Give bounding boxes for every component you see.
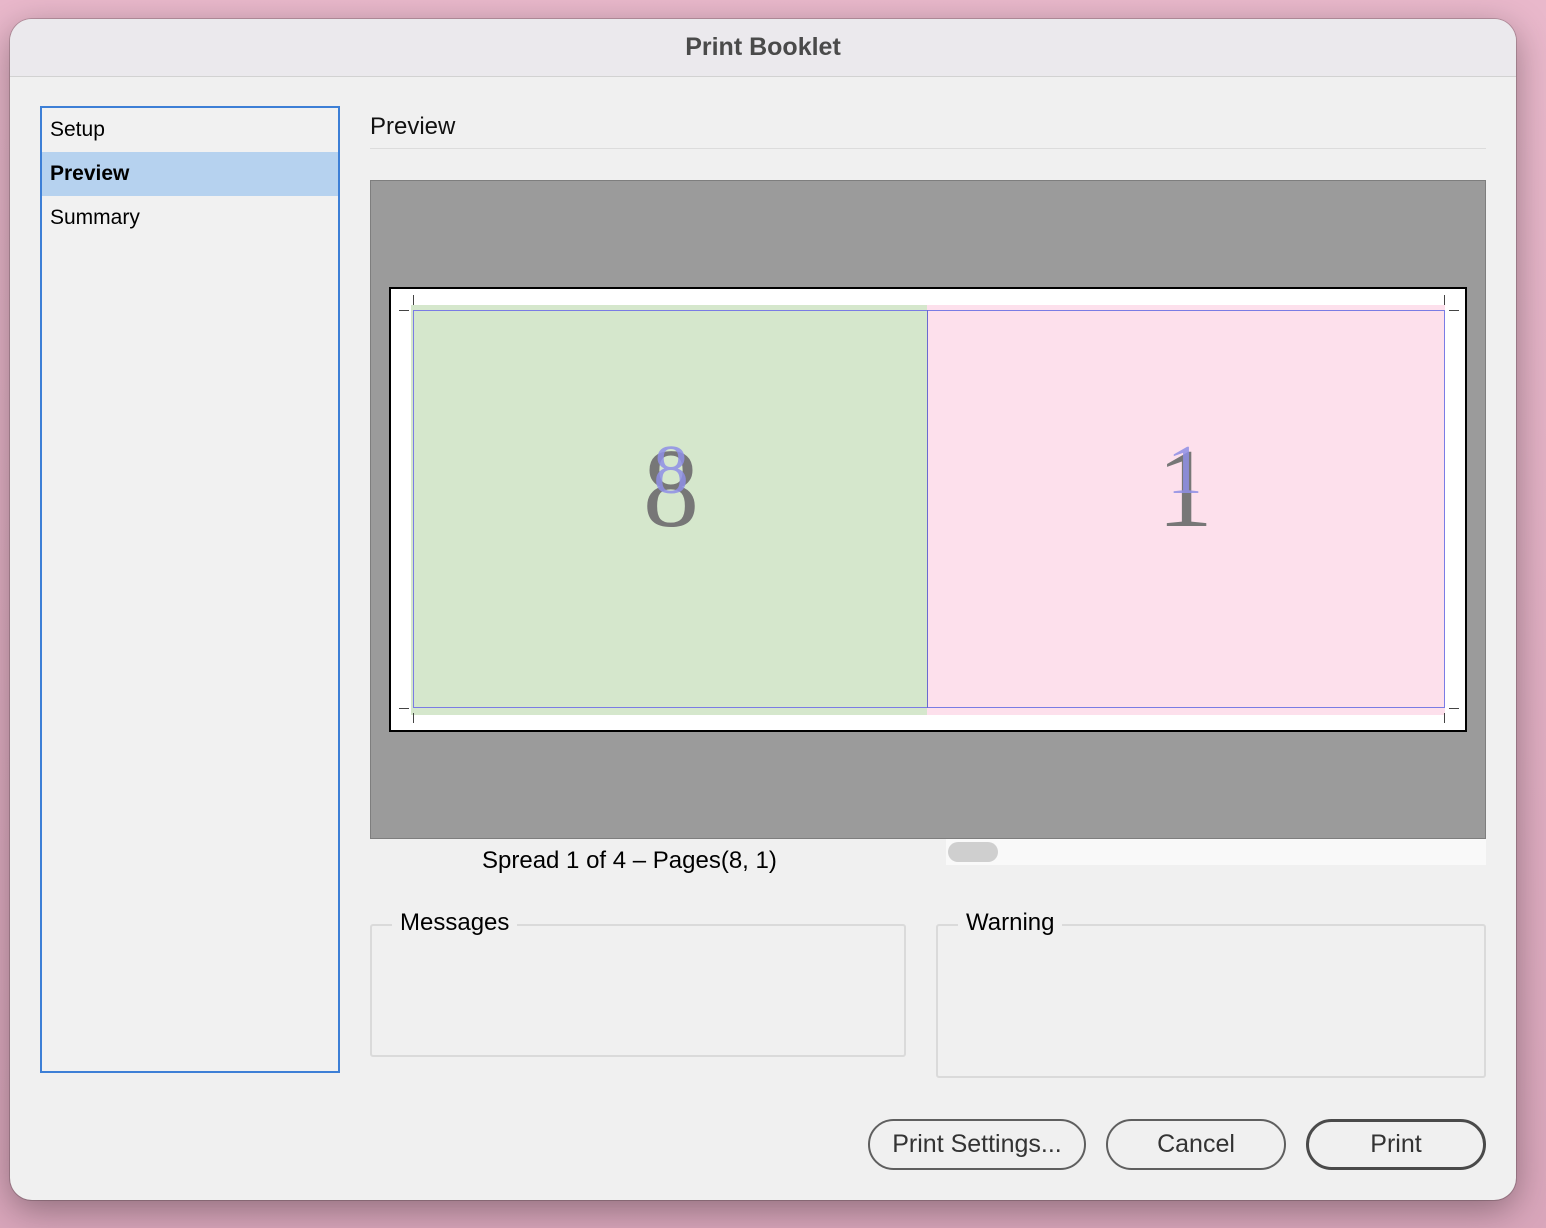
print-settings-button[interactable]: Print Settings... [868,1119,1086,1170]
right-page-number-overlay: 1 [1167,432,1203,509]
preview-horizontal-scrollbar[interactable] [946,839,1486,865]
title-bar[interactable]: Print Booklet [10,19,1516,77]
crop-mark-tr-h [1449,310,1459,311]
print-button[interactable]: Print [1306,1119,1486,1170]
crop-mark-bl-h [399,708,409,709]
cancel-button[interactable]: Cancel [1106,1119,1286,1170]
section-title: Preview [370,113,456,140]
trim-box [413,310,1445,708]
scrollbar-thumb[interactable] [948,842,998,862]
sidebar-item-summary[interactable]: Summary [42,196,338,240]
printer-sheet: 8 8 1 1 [389,287,1467,732]
warning-group: Warning [936,909,1486,1078]
crop-mark-tl-h [399,310,409,311]
left-page-number-overlay: 8 [653,432,689,509]
crop-mark-tl-v [413,295,414,305]
left-page-number: 8 8 [591,409,751,569]
print-booklet-dialog: Print Booklet Setup Preview Summary Prev… [10,19,1516,1200]
window-title: Print Booklet [685,33,841,61]
sidebar-item-preview[interactable]: Preview [42,152,338,196]
preview-area: 8 8 1 1 [370,180,1486,839]
right-page-number: 1 1 [1105,409,1265,569]
sidebar-list[interactable]: Setup Preview Summary [40,106,340,1073]
messages-group: Messages [370,909,906,1057]
spread-label: Spread 1 of 4 – Pages(8, 1) [482,847,777,874]
crop-mark-br-h [1449,708,1459,709]
warning-legend: Warning [958,909,1063,937]
crop-mark-tr-v [1444,295,1445,305]
crop-mark-br-v [1444,713,1445,723]
spine-line [927,310,928,708]
sidebar-item-setup[interactable]: Setup [42,108,338,152]
section-divider [370,148,1486,149]
messages-legend: Messages [392,909,518,937]
crop-mark-bl-v [413,713,414,723]
